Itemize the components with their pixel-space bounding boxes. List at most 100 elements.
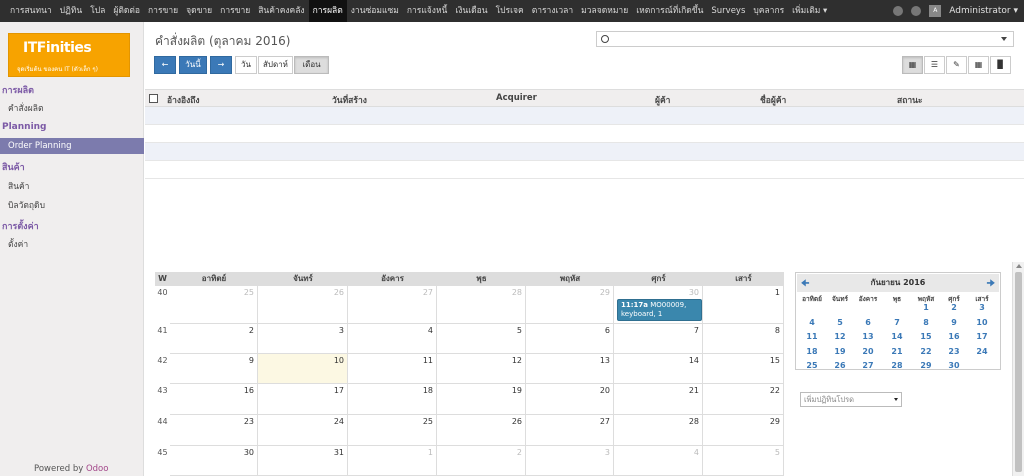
mini-day[interactable]: 14 xyxy=(883,332,911,341)
calendar-day-cell[interactable]: 2 xyxy=(437,446,526,476)
top-menu-item[interactable]: โปล xyxy=(86,0,109,22)
mini-day[interactable]: 12 xyxy=(826,332,854,341)
calendar-day-cell[interactable]: 25 xyxy=(170,286,258,324)
calendar-day-cell[interactable]: 22 xyxy=(703,384,784,415)
column-acquirer[interactable]: Acquirer xyxy=(496,93,537,103)
calendar-day-cell[interactable]: 27 xyxy=(348,286,437,324)
top-menu-item[interactable]: มวลจดหมาย xyxy=(577,0,632,22)
top-menu-item[interactable]: เพิ่มเติม ▾ xyxy=(788,0,831,22)
grid-view-icon[interactable]: ▦ xyxy=(968,56,989,74)
mini-day[interactable]: 9 xyxy=(940,318,968,327)
column-date[interactable]: วันที่สร้าง xyxy=(332,93,367,107)
mini-day[interactable]: 27 xyxy=(854,361,882,370)
column-vendor-name[interactable]: ชื่อผู้ค้า xyxy=(760,93,786,107)
calendar-day-cell[interactable]: 21 xyxy=(614,384,703,415)
prev-button[interactable]: ← xyxy=(154,56,176,74)
mini-day[interactable]: 1 xyxy=(912,303,940,312)
top-menu-item[interactable]: ปฏิทิน xyxy=(56,0,87,22)
calendar-day-cell[interactable]: 29 xyxy=(703,415,784,446)
mini-day[interactable]: 6 xyxy=(854,318,882,327)
mini-day[interactable]: 30 xyxy=(940,361,968,370)
calendar-day-cell[interactable]: 25 xyxy=(348,415,437,446)
top-menu-item[interactable]: เงินเดือน xyxy=(451,0,491,22)
mini-day[interactable]: 15 xyxy=(912,332,940,341)
calendar-day-cell[interactable]: 23 xyxy=(170,415,258,446)
calendar-day-cell[interactable]: 16 xyxy=(170,384,258,415)
column-vendor[interactable]: ผู้ค้า xyxy=(655,93,670,107)
chevron-down-icon[interactable] xyxy=(1001,37,1007,41)
mini-day[interactable]: 16 xyxy=(940,332,968,341)
mini-day[interactable]: 8 xyxy=(912,318,940,327)
top-menu-item[interactable]: โปรเจค xyxy=(492,0,528,22)
mini-day[interactable]: 24 xyxy=(968,347,996,356)
calendar-day-cell[interactable]: 6 xyxy=(526,324,614,354)
calendar-day-cell[interactable]: 13 xyxy=(526,354,614,384)
mini-day[interactable]: 7 xyxy=(883,318,911,327)
mini-day[interactable]: 3 xyxy=(968,303,996,312)
column-reference[interactable]: อ้างอิงถึง xyxy=(167,93,200,107)
calendar-day-cell[interactable]: 19 xyxy=(437,384,526,415)
sidebar-item-products[interactable]: สินค้า xyxy=(8,179,29,193)
scrollbar[interactable] xyxy=(1012,262,1024,476)
mini-next-icon[interactable]: 🠊 xyxy=(987,276,995,292)
week-view-button[interactable]: สัปดาห์ xyxy=(258,56,293,74)
calendar-day-cell[interactable]: 3 xyxy=(526,446,614,476)
top-menu-item[interactable]: การสนทนา xyxy=(6,0,56,22)
calendar-day-cell[interactable]: 24 xyxy=(258,415,348,446)
calendar-view-icon[interactable]: ▦ xyxy=(902,56,923,74)
mini-day[interactable]: 2 xyxy=(940,303,968,312)
mini-day[interactable]: 22 xyxy=(912,347,940,356)
top-menu-item[interactable]: จุดขาย xyxy=(182,0,216,22)
mini-day[interactable]: 29 xyxy=(912,361,940,370)
mini-day[interactable]: 19 xyxy=(826,347,854,356)
calendar-day-cell[interactable]: 8 xyxy=(703,324,784,354)
mini-day[interactable]: 23 xyxy=(940,347,968,356)
sidebar-item-production-orders[interactable]: คำสั่งผลิต xyxy=(8,101,44,115)
odoo-link[interactable]: Odoo xyxy=(86,464,109,474)
top-menu-item[interactable]: ตารางเวลา xyxy=(528,0,577,22)
next-button[interactable]: → xyxy=(210,56,232,74)
graph-view-icon[interactable]: ▉ xyxy=(990,56,1011,74)
calendar-day-cell[interactable]: 7 xyxy=(614,324,703,354)
sidebar-item-order-planning[interactable]: Order Planning xyxy=(0,138,144,154)
select-all-checkbox[interactable] xyxy=(149,94,158,103)
mini-day[interactable]: 13 xyxy=(854,332,882,341)
calendar-day-cell[interactable]: 26 xyxy=(437,415,526,446)
scrollbar-thumb[interactable] xyxy=(1015,272,1022,472)
mini-day[interactable]: 26 xyxy=(826,361,854,370)
top-menu-item[interactable]: งานซ่อมแซม xyxy=(347,0,403,22)
mini-day[interactable]: 18 xyxy=(798,347,826,356)
mini-day[interactable]: 25 xyxy=(798,361,826,370)
calendar-day-cell[interactable]: 5 xyxy=(437,324,526,354)
calendar-day-cell[interactable]: 1 xyxy=(348,446,437,476)
calendar-day-cell[interactable]: 27 xyxy=(526,415,614,446)
calendar-day-cell[interactable]: 5 xyxy=(703,446,784,476)
calendar-day-cell[interactable]: 11 xyxy=(348,354,437,384)
calendar-day-cell[interactable]: 12 xyxy=(437,354,526,384)
top-menu-item[interactable]: Surveys xyxy=(707,0,749,22)
mini-prev-icon[interactable]: 🠈 xyxy=(801,276,809,292)
status-icon[interactable] xyxy=(893,6,904,16)
top-menu-item[interactable]: ผู้ติดต่อ xyxy=(109,0,144,22)
calendar-day-cell[interactable]: 29 xyxy=(526,286,614,324)
avatar[interactable]: A xyxy=(929,5,942,17)
calendar-day-cell[interactable]: 14 xyxy=(614,354,703,384)
calendar-day-cell[interactable]: 2 xyxy=(170,324,258,354)
mini-day[interactable]: 10 xyxy=(968,318,996,327)
calendar-day-cell[interactable]: 28 xyxy=(437,286,526,324)
calendar-day-cell[interactable]: 3 xyxy=(258,324,348,354)
calendar-day-cell[interactable]: 9 xyxy=(170,354,258,384)
user-menu[interactable]: Administrator ▾ xyxy=(949,6,1018,16)
sidebar-item-bom[interactable]: บิลวัตถุดิบ xyxy=(8,198,45,212)
sidebar-item-settings[interactable]: ตั้งค่า xyxy=(8,237,28,251)
mini-day[interactable]: 21 xyxy=(883,347,911,356)
calendar-day-cell[interactable]: 28 xyxy=(614,415,703,446)
today-button[interactable]: วันนี้ xyxy=(179,56,207,74)
mini-day[interactable]: 17 xyxy=(968,332,996,341)
calendar-day-cell[interactable]: 10 xyxy=(258,354,348,384)
top-menu-item[interactable]: บุคลากร xyxy=(749,0,788,22)
month-view-button[interactable]: เดือน xyxy=(294,56,329,74)
top-menu-item[interactable]: การขาย xyxy=(144,0,182,22)
favorite-calendar-select[interactable]: เพิ่มปฏิทินโปรด xyxy=(800,392,902,407)
top-menu-item[interactable]: การขาย xyxy=(216,0,254,22)
